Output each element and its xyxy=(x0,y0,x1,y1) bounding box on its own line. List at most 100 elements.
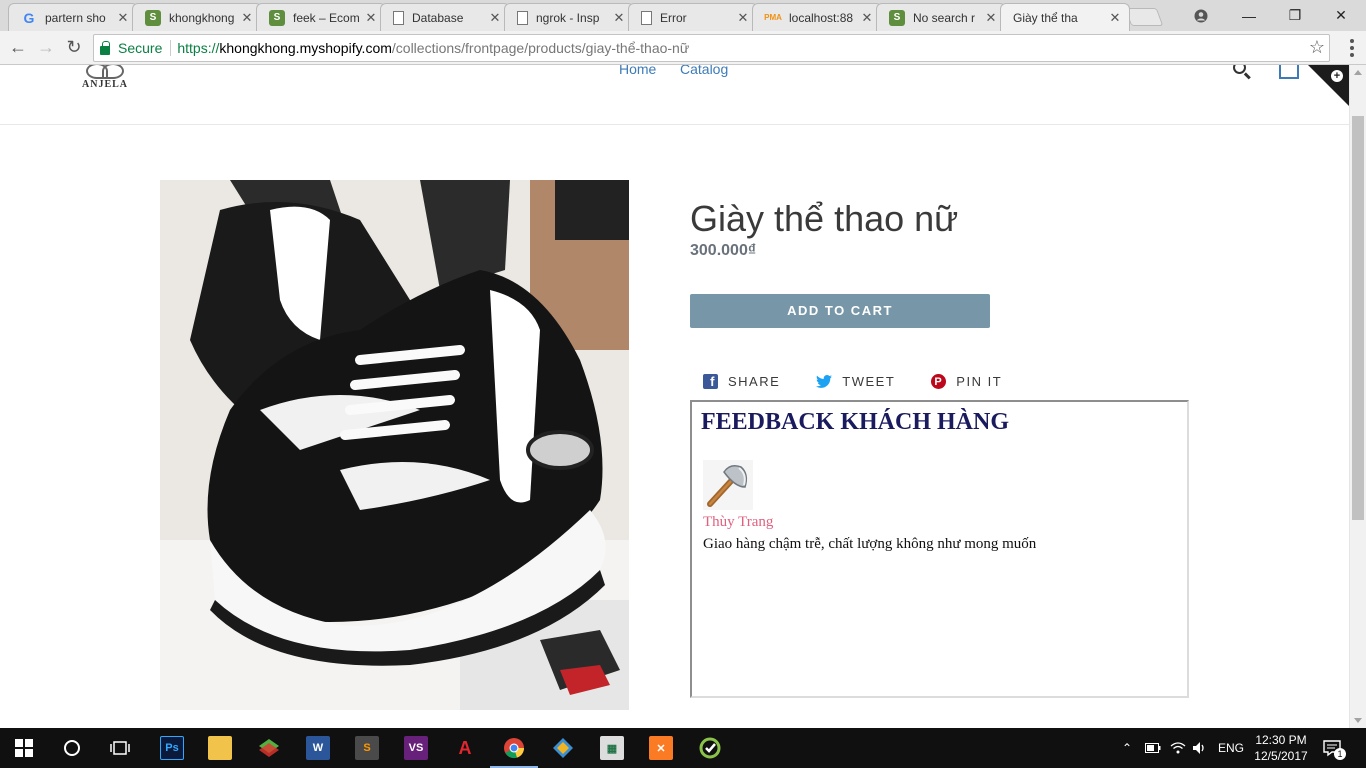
close-tab-icon[interactable]: ✕ xyxy=(611,10,627,26)
shopify-icon: S xyxy=(889,9,905,26)
close-tab-icon[interactable]: ✕ xyxy=(239,10,255,26)
task-view-icon[interactable] xyxy=(108,736,132,760)
file-explorer-icon[interactable] xyxy=(208,736,232,760)
wifi-icon[interactable] xyxy=(1170,728,1186,768)
nav-home-link[interactable]: Home xyxy=(619,65,656,77)
tab-title: partern sho xyxy=(45,10,106,25)
browser-tab-active[interactable]: Giày thể tha ✕ xyxy=(1000,3,1130,31)
close-tab-icon[interactable]: ✕ xyxy=(1107,10,1123,26)
page-viewport: ANJELA Home Catalog + Giày thể thao nữ 3… xyxy=(0,65,1366,728)
search-icon[interactable] xyxy=(1232,65,1254,82)
browser-toolbar: ← → ↻ Secure https:// khongkhong.myshopi… xyxy=(0,31,1366,65)
pinterest-icon: P xyxy=(931,374,947,389)
tab-title: ngrok - Insp xyxy=(536,10,600,25)
share-facebook-button[interactable]: f SHARE xyxy=(703,374,780,389)
git-tool-icon[interactable] xyxy=(551,736,575,760)
page-scrollbar[interactable] xyxy=(1349,65,1366,728)
spreadsheet-app-icon[interactable]: ▦ xyxy=(600,736,624,760)
scroll-down-arrow-icon[interactable] xyxy=(1354,718,1362,723)
share-label: SHARE xyxy=(728,374,781,389)
chrome-icon[interactable] xyxy=(490,736,538,768)
back-button[interactable]: ← xyxy=(6,35,30,59)
review-text: Giao hàng chậm trễ, chất lượng không như… xyxy=(703,536,1037,552)
browser-menu-button[interactable] xyxy=(1342,37,1362,59)
tab-title: localhost:88 xyxy=(789,10,854,25)
url-scheme: https:// xyxy=(177,40,220,56)
close-tab-icon[interactable]: ✕ xyxy=(735,10,751,26)
share-pinterest-button[interactable]: P PIN IT xyxy=(931,374,1002,389)
reviewer-name: Thùy Trang xyxy=(703,514,774,530)
plus-icon[interactable]: + xyxy=(1331,70,1343,82)
browser-tab[interactable]: G partern sho ✕ xyxy=(8,3,138,31)
document-icon xyxy=(393,10,404,25)
battery-icon[interactable] xyxy=(1145,728,1161,768)
close-tab-icon[interactable]: ✕ xyxy=(363,10,379,26)
close-tab-icon[interactable]: ✕ xyxy=(115,10,131,26)
browser-tab[interactable]: S khongkhong ✕ xyxy=(132,3,262,31)
minimize-button[interactable]: — xyxy=(1226,0,1272,31)
sublime-text-icon[interactable]: S xyxy=(355,736,379,760)
photoshop-icon[interactable]: Ps xyxy=(160,736,184,760)
share-twitter-button[interactable]: TWEET xyxy=(816,374,895,389)
system-clock[interactable]: 12:30 PM 12/5/2017 xyxy=(1254,732,1308,764)
feedback-title: FEEDBACK KHÁCH HÀNG xyxy=(701,409,1010,435)
show-hidden-icons[interactable]: ⌃ xyxy=(1122,728,1132,768)
tab-title: khongkhong xyxy=(169,10,235,25)
social-share-row: f SHARE TWEET P PIN IT xyxy=(703,374,1038,389)
forward-button[interactable]: → xyxy=(34,35,58,59)
bookmark-star-icon[interactable]: ☆ xyxy=(1309,37,1325,58)
shopify-icon: S xyxy=(145,9,161,26)
axe-icon xyxy=(703,460,753,510)
site-header: ANJELA Home Catalog + xyxy=(0,65,1349,125)
close-tab-icon[interactable]: ✕ xyxy=(983,10,999,26)
xampp-icon[interactable]: ✕ xyxy=(649,736,673,760)
document-icon xyxy=(641,10,652,25)
new-tab-button[interactable] xyxy=(1124,8,1164,26)
tab-title: Error xyxy=(660,10,687,25)
input-language[interactable]: ENG xyxy=(1218,728,1244,768)
product-image[interactable] xyxy=(160,180,629,710)
action-center-icon[interactable]: 1 xyxy=(1322,728,1346,768)
close-tab-icon[interactable]: ✕ xyxy=(859,10,875,26)
volume-icon[interactable] xyxy=(1192,728,1208,768)
add-to-cart-button[interactable]: ADD TO CART xyxy=(690,294,990,328)
cart-icon[interactable] xyxy=(1279,65,1299,79)
profile-icon[interactable] xyxy=(1178,0,1224,31)
reload-button[interactable]: ↻ xyxy=(62,35,86,59)
browser-tab[interactable]: S feek – Ecom ✕ xyxy=(256,3,386,31)
browser-tab[interactable]: S No search r ✕ xyxy=(876,3,1006,31)
browser-tab[interactable]: Error ✕ xyxy=(628,3,758,31)
share-label: PIN IT xyxy=(956,374,1003,389)
close-tab-icon[interactable]: ✕ xyxy=(487,10,503,26)
restore-button[interactable]: ❐ xyxy=(1272,0,1318,31)
word-icon[interactable]: W xyxy=(306,736,330,760)
divider xyxy=(170,40,172,56)
sketchup-layers-icon[interactable] xyxy=(257,736,281,760)
search-circle-icon[interactable] xyxy=(60,736,84,760)
share-label: TWEET xyxy=(842,374,896,389)
scroll-up-arrow-icon[interactable] xyxy=(1354,70,1362,75)
product-price: 300.000₫ xyxy=(690,242,757,259)
feedback-panel[interactable]: FEEDBACK KHÁCH HÀNG Thùy Trang Giao hàng… xyxy=(690,400,1189,698)
logo-emblem-icon xyxy=(86,65,124,79)
browser-tab[interactable]: ngrok - Insp ✕ xyxy=(504,3,634,31)
facebook-icon: f xyxy=(703,374,718,389)
twitter-icon xyxy=(816,375,833,388)
browser-tab[interactable]: Database ✕ xyxy=(380,3,510,31)
address-bar[interactable]: Secure https:// khongkhong.myshopify.com… xyxy=(93,34,1330,62)
clock-date: 12/5/2017 xyxy=(1254,749,1308,763)
acrobat-icon[interactable]: A xyxy=(453,736,477,760)
shopify-icon: S xyxy=(269,9,285,26)
nav-catalog-link[interactable]: Catalog xyxy=(680,65,728,77)
windows-start-icon[interactable] xyxy=(12,736,36,760)
tab-title: Database xyxy=(412,10,464,25)
product-title: Giày thể thao nữ xyxy=(690,198,959,239)
clock-time: 12:30 PM xyxy=(1255,733,1307,747)
close-window-button[interactable]: ✕ xyxy=(1318,0,1364,31)
browser-tab[interactable]: PMA localhost:88 ✕ xyxy=(752,3,882,31)
site-logo[interactable]: ANJELA xyxy=(82,65,128,90)
scrollbar-thumb[interactable] xyxy=(1352,116,1364,520)
visual-studio-icon[interactable]: VS xyxy=(404,736,428,760)
app-green-icon[interactable] xyxy=(698,736,722,760)
notification-count-badge: 1 xyxy=(1334,748,1346,760)
